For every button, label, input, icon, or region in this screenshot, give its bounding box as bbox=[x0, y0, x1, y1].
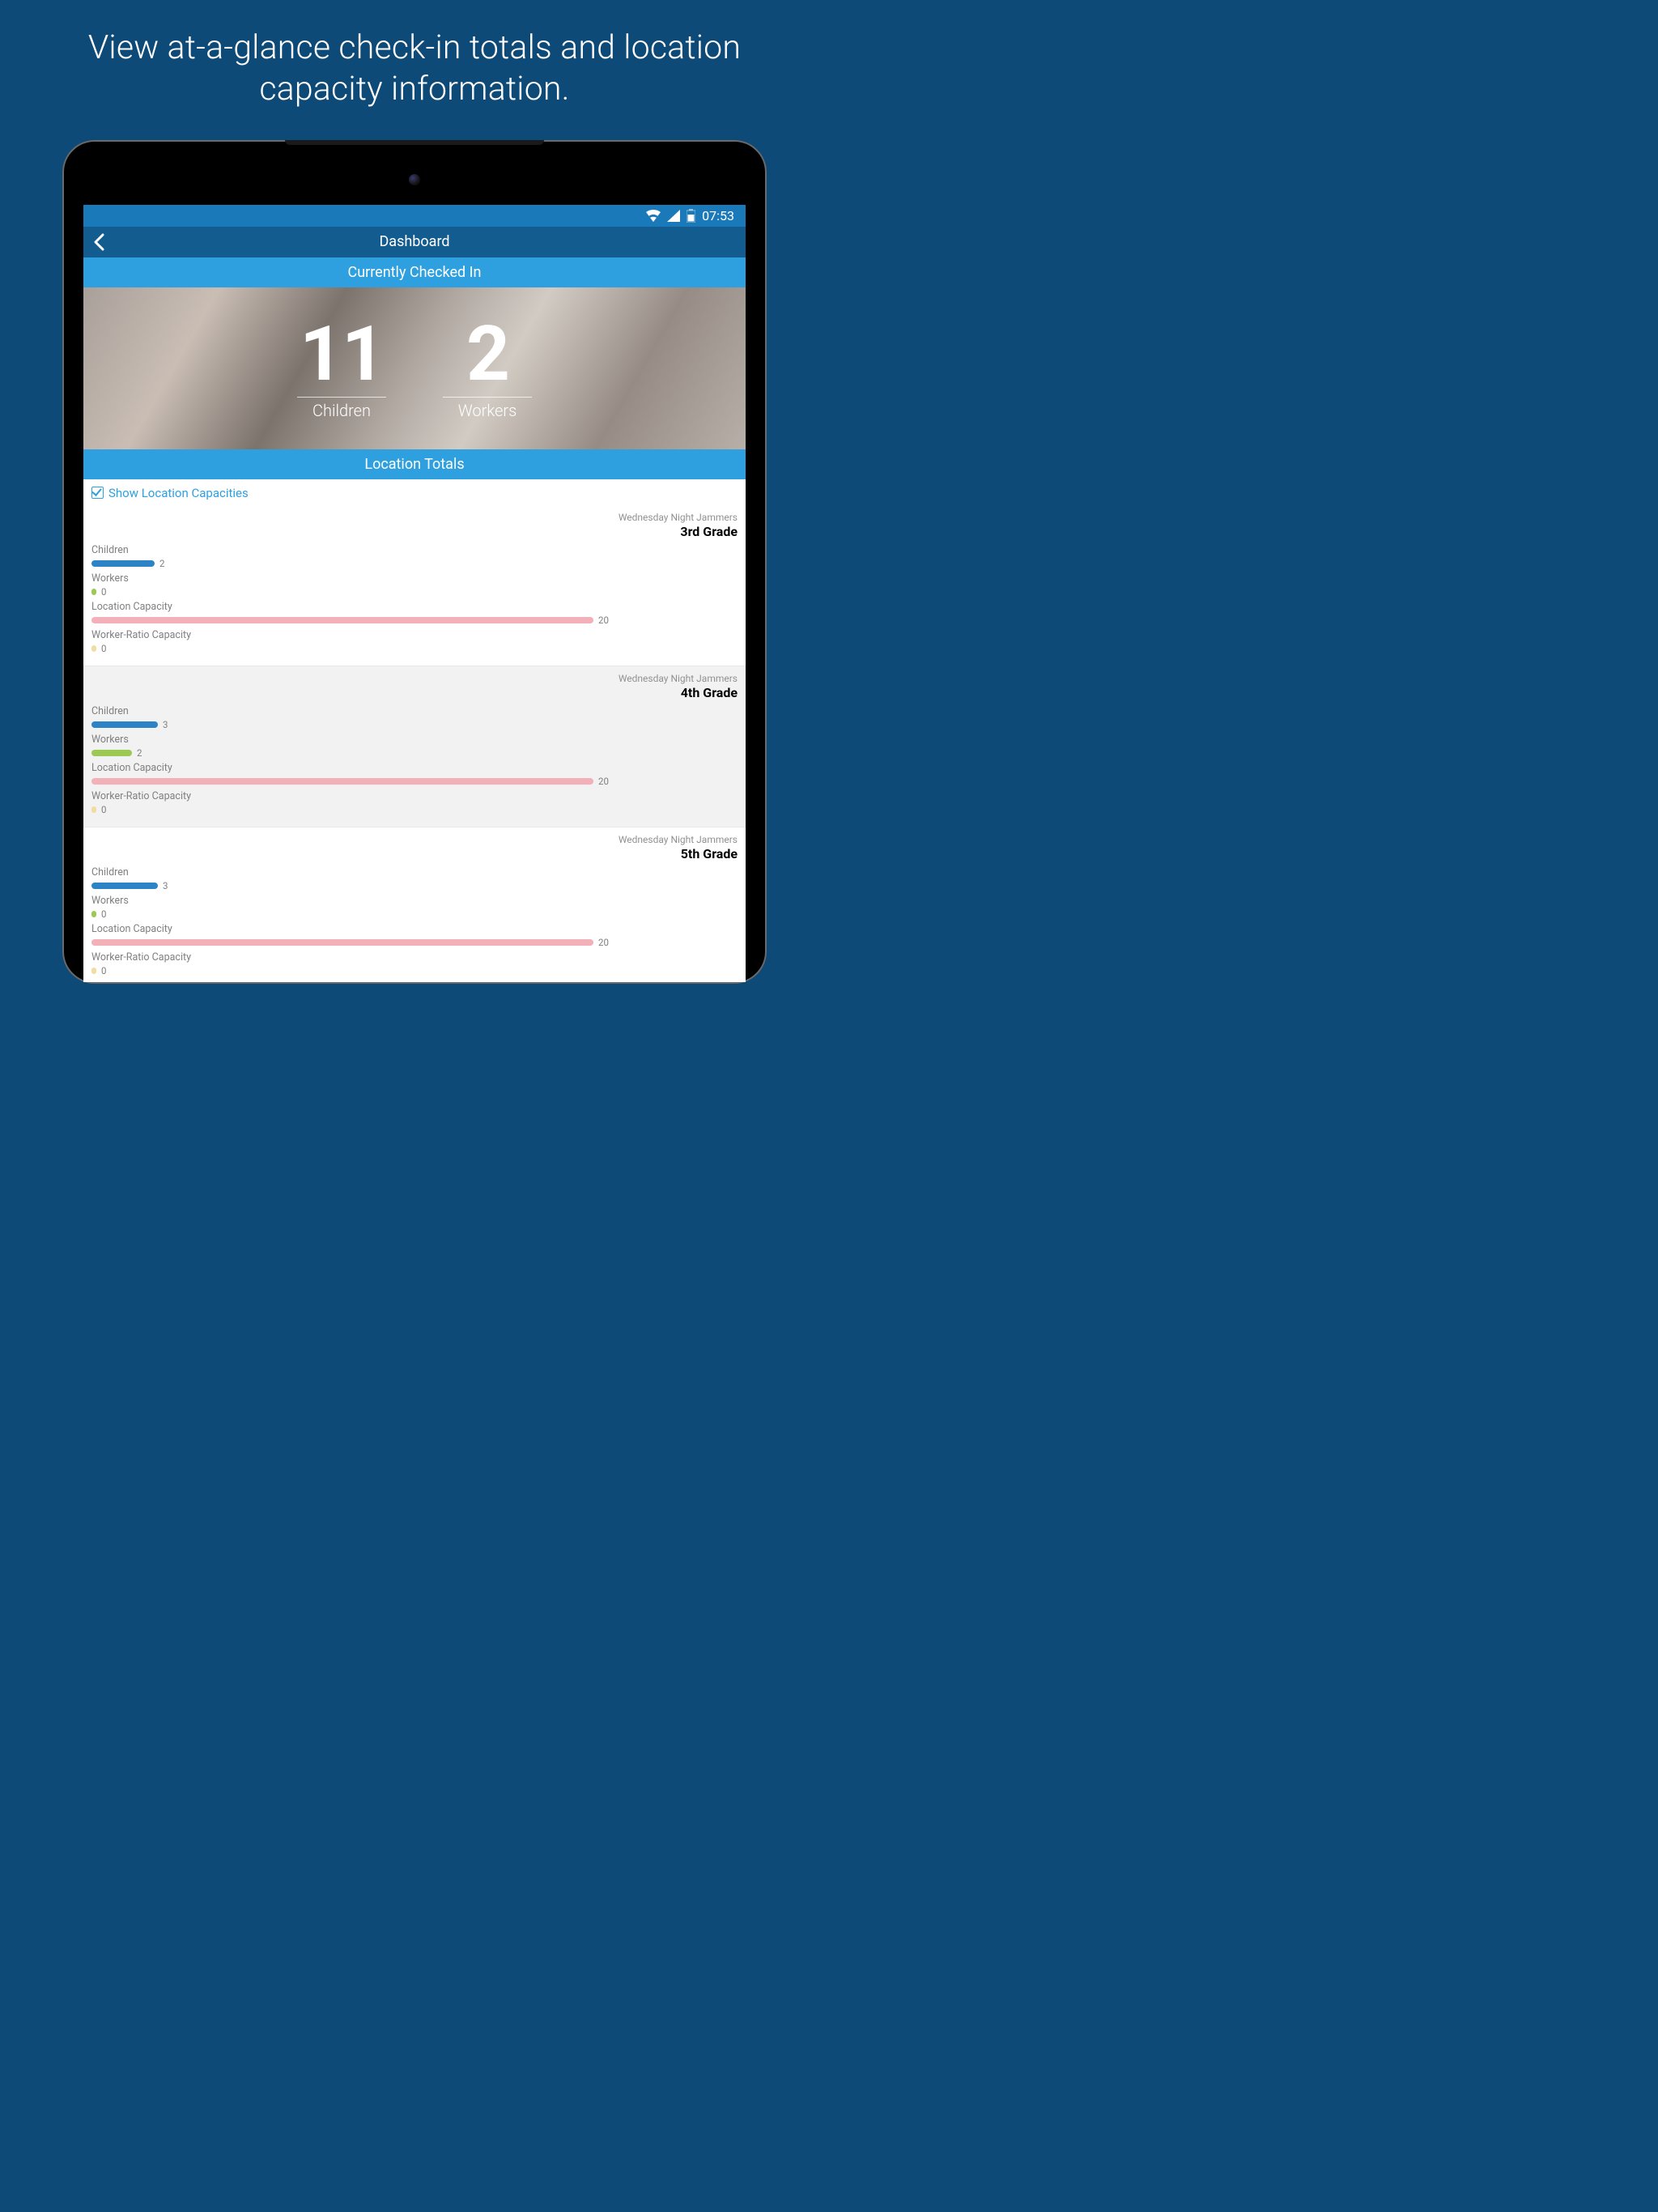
metric-label: Workers bbox=[91, 895, 738, 907]
metric-location-capacity: Location Capacity 20 bbox=[91, 762, 738, 787]
promo-headline: View at-a-glance check-in totals and loc… bbox=[0, 0, 829, 111]
children-value: 3 bbox=[163, 719, 168, 730]
workers-bar bbox=[91, 750, 132, 756]
workers-bar bbox=[91, 589, 96, 595]
location-card[interactable]: Wednesday Night Jammers 3rd Grade Childr… bbox=[83, 505, 746, 666]
children-bar bbox=[91, 883, 158, 889]
show-capacities-toggle[interactable]: Show Location Capacities bbox=[83, 479, 746, 505]
location-totals-header: Location Totals bbox=[83, 449, 746, 479]
checkbox-checked-icon bbox=[91, 487, 104, 499]
metric-workers: Workers 0 bbox=[91, 895, 738, 920]
location-card[interactable]: Wednesday Night Jammers 5th Grade Childr… bbox=[83, 827, 746, 982]
hero-panel: 11 Children 2 Workers bbox=[83, 287, 746, 449]
children-value: 2 bbox=[159, 558, 164, 569]
location-capacity-value: 20 bbox=[598, 937, 609, 948]
worker-ratio-bar bbox=[91, 645, 96, 652]
workers-value: 0 bbox=[101, 586, 106, 598]
worker-ratio-value: 0 bbox=[101, 804, 106, 815]
card-subtitle: Wednesday Night Jammers bbox=[91, 834, 738, 845]
children-count: 11 bbox=[297, 316, 386, 392]
children-value: 3 bbox=[163, 880, 168, 891]
metric-location-capacity: Location Capacity 20 bbox=[91, 923, 738, 948]
metric-label: Children bbox=[91, 544, 738, 556]
worker-ratio-bar bbox=[91, 968, 96, 974]
location-capacity-bar bbox=[91, 939, 593, 946]
battery-icon bbox=[687, 209, 695, 223]
workers-value: 2 bbox=[137, 747, 142, 759]
workers-bar bbox=[91, 911, 96, 917]
card-title: 3rd Grade bbox=[91, 524, 738, 539]
location-card[interactable]: Wednesday Night Jammers 4th Grade Childr… bbox=[83, 666, 746, 827]
metric-label: Worker-Ratio Capacity bbox=[91, 951, 738, 963]
tablet-notch bbox=[285, 140, 544, 145]
metric-children: Children 2 bbox=[91, 544, 738, 569]
metric-worker-ratio: Worker-Ratio Capacity 0 bbox=[91, 951, 738, 976]
metric-workers: Workers 2 bbox=[91, 734, 738, 759]
metric-workers: Workers 0 bbox=[91, 572, 738, 598]
signal-icon bbox=[667, 210, 680, 222]
statusbar: 07:53 bbox=[83, 205, 746, 227]
wifi-icon bbox=[646, 210, 661, 222]
tablet-camera bbox=[409, 174, 420, 185]
children-bar bbox=[91, 721, 158, 728]
back-button[interactable] bbox=[93, 233, 104, 251]
hero-stat-children: 11 Children bbox=[297, 316, 386, 420]
metric-label: Location Capacity bbox=[91, 601, 738, 613]
metric-worker-ratio: Worker-Ratio Capacity 0 bbox=[91, 790, 738, 815]
hero-stat-workers: 2 Workers bbox=[443, 316, 532, 420]
children-bar bbox=[91, 560, 155, 567]
navbar: Dashboard bbox=[83, 227, 746, 257]
card-title: 4th Grade bbox=[91, 685, 738, 700]
checked-in-header: Currently Checked In bbox=[83, 257, 746, 287]
metric-label: Worker-Ratio Capacity bbox=[91, 790, 738, 802]
metric-label: Location Capacity bbox=[91, 923, 738, 935]
metric-worker-ratio: Worker-Ratio Capacity 0 bbox=[91, 629, 738, 654]
metric-location-capacity: Location Capacity 20 bbox=[91, 601, 738, 626]
metric-children: Children 3 bbox=[91, 866, 738, 891]
worker-ratio-value: 0 bbox=[101, 965, 106, 976]
metric-label: Worker-Ratio Capacity bbox=[91, 629, 738, 641]
card-title: 5th Grade bbox=[91, 846, 738, 861]
children-label: Children bbox=[297, 401, 386, 420]
metric-label: Children bbox=[91, 866, 738, 878]
app-screen: 07:53 Dashboard Currently Checked In 11 … bbox=[83, 205, 746, 982]
statusbar-time: 07:53 bbox=[702, 208, 734, 223]
worker-ratio-value: 0 bbox=[101, 643, 106, 654]
workers-count: 2 bbox=[443, 316, 532, 392]
workers-label: Workers bbox=[443, 401, 532, 420]
metric-label: Workers bbox=[91, 572, 738, 585]
worker-ratio-bar bbox=[91, 806, 96, 813]
card-subtitle: Wednesday Night Jammers bbox=[91, 673, 738, 684]
page-title: Dashboard bbox=[83, 233, 746, 250]
show-capacities-label: Show Location Capacities bbox=[108, 486, 249, 500]
metric-children: Children 3 bbox=[91, 705, 738, 730]
location-capacity-bar bbox=[91, 778, 593, 785]
location-capacity-bar bbox=[91, 617, 593, 623]
metric-label: Children bbox=[91, 705, 738, 717]
location-capacity-value: 20 bbox=[598, 776, 609, 787]
workers-value: 0 bbox=[101, 908, 106, 920]
card-subtitle: Wednesday Night Jammers bbox=[91, 512, 738, 523]
metric-label: Location Capacity bbox=[91, 762, 738, 774]
tablet-frame: 07:53 Dashboard Currently Checked In 11 … bbox=[62, 140, 767, 984]
metric-label: Workers bbox=[91, 734, 738, 746]
location-capacity-value: 20 bbox=[598, 615, 609, 626]
